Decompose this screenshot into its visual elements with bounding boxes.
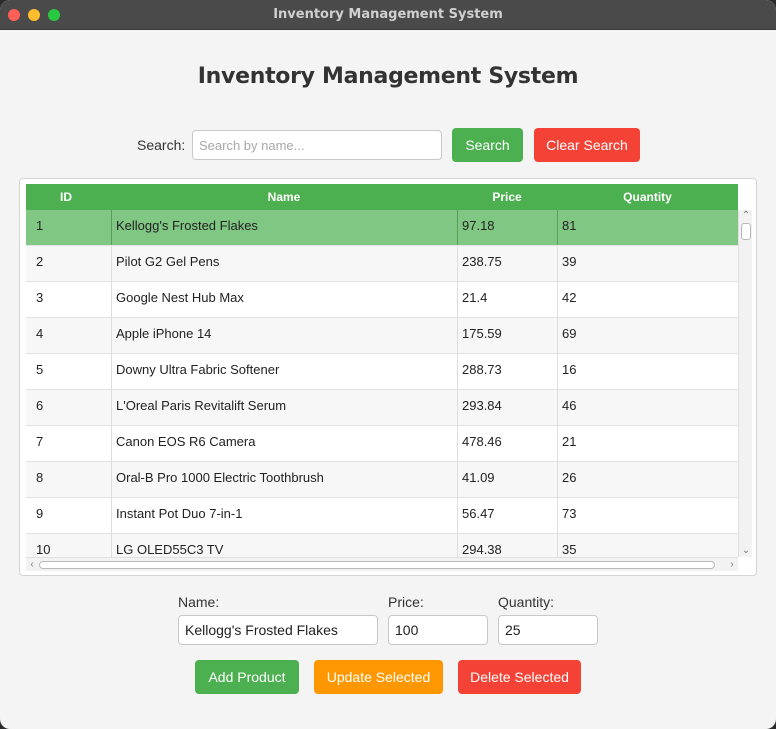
vertical-scrollbar[interactable]: ⌃ ⌄ [738,210,752,557]
scroll-down-icon[interactable]: ⌄ [739,545,753,557]
column-header-quantity[interactable]: Quantity [557,184,738,210]
cell-price: 41.09 [457,462,557,497]
cell-id: 6 [36,398,44,413]
title-bar: Inventory Management System [0,0,776,30]
table-row[interactable]: 3 Google Nest Hub Max 21.4 42 [26,282,738,318]
cell-price: 288.73 [457,354,557,389]
table-row[interactable]: 6 L'Oreal Paris Revitalift Serum 293.84 … [26,390,738,426]
cell-id: 10 [36,542,51,557]
horizontal-scrollbar[interactable]: ‹ › [26,557,738,571]
cell-quantity: 46 [557,390,738,425]
price-label: Price: [388,594,424,610]
cell-quantity: 16 [557,354,738,389]
cell-quantity: 73 [557,498,738,533]
cell-name: Google Nest Hub Max [111,282,457,317]
table-row[interactable]: 1 Kellogg's Frosted Flakes 97.18 81 [26,210,738,246]
column-header-name[interactable]: Name [111,184,457,210]
page-title: Inventory Management System [197,64,579,89]
cell-quantity: 26 [557,462,738,497]
table-row[interactable]: 10 LG OLED55C3 TV 294.38 35 [26,534,738,557]
search-button[interactable]: Search [452,128,523,162]
app-window: Inventory Management System Inventory Ma… [0,0,776,729]
cell-price: 238.75 [457,246,557,281]
cell-quantity: 39 [557,246,738,281]
column-header-id[interactable]: ID [26,184,106,210]
cell-id: 7 [36,434,44,449]
cell-quantity: 21 [557,426,738,461]
cell-quantity: 42 [557,282,738,317]
cell-name: Canon EOS R6 Camera [111,426,457,461]
quantity-label: Quantity: [498,594,555,610]
cell-price: 97.18 [457,210,557,245]
update-selected-button[interactable]: Update Selected [314,660,443,694]
cell-price: 175.59 [457,318,557,353]
cell-name: L'Oreal Paris Revitalift Serum [111,390,457,425]
cell-id: 8 [36,470,44,485]
cell-id: 5 [36,362,44,377]
table-row[interactable]: 9 Instant Pot Duo 7-in-1 56.47 73 [26,498,738,534]
window-title: Inventory Management System [273,7,503,22]
clear-search-button[interactable]: Clear Search [534,128,640,162]
quantity-field[interactable] [498,615,598,645]
vertical-scroll-thumb[interactable] [741,223,751,240]
cell-price: 21.4 [457,282,557,317]
cell-price: 294.38 [457,534,557,557]
delete-selected-button[interactable]: Delete Selected [458,660,581,694]
price-field[interactable] [388,615,488,645]
table-header: ID Name Price Quantity [26,184,738,210]
search-label: Search: [137,137,186,153]
scroll-up-icon[interactable]: ⌃ [739,210,753,222]
inventory-table: ID Name Price Quantity 1 Kellogg's Frost… [19,178,757,576]
table-row[interactable]: 4 Apple iPhone 14 175.59 69 [26,318,738,354]
add-product-button[interactable]: Add Product [195,660,299,694]
cell-name: Instant Pot Duo 7-in-1 [111,498,457,533]
name-label: Name: [178,594,220,610]
cell-quantity: 35 [557,534,738,557]
cell-id: 4 [36,326,44,341]
table-row[interactable]: 5 Downy Ultra Fabric Softener 288.73 16 [26,354,738,390]
cell-price: 56.47 [457,498,557,533]
cell-name: LG OLED55C3 TV [111,534,457,557]
scroll-left-icon[interactable]: ‹ [26,558,38,572]
cell-id: 1 [36,218,44,233]
cell-id: 2 [36,254,44,269]
cell-id: 3 [36,290,44,305]
horizontal-scroll-thumb[interactable] [39,561,715,569]
cell-name: Pilot G2 Gel Pens [111,246,457,281]
table-row[interactable]: 2 Pilot G2 Gel Pens 238.75 39 [26,246,738,282]
cell-quantity: 81 [557,210,738,245]
name-field[interactable] [178,615,378,645]
cell-price: 293.84 [457,390,557,425]
table-row[interactable]: 7 Canon EOS R6 Camera 478.46 21 [26,426,738,462]
search-input[interactable] [192,130,442,160]
cell-name: Apple iPhone 14 [111,318,457,353]
cell-name: Downy Ultra Fabric Softener [111,354,457,389]
cell-price: 478.46 [457,426,557,461]
cell-id: 9 [36,506,44,521]
table-row[interactable]: 8 Oral-B Pro 1000 Electric Toothbrush 41… [26,462,738,498]
scroll-right-icon[interactable]: › [726,558,738,572]
column-header-price[interactable]: Price [457,184,557,210]
cell-name: Oral-B Pro 1000 Electric Toothbrush [111,462,457,497]
cell-name: Kellogg's Frosted Flakes [111,210,457,245]
table-body: 1 Kellogg's Frosted Flakes 97.18 81 2 Pi… [26,210,738,557]
cell-quantity: 69 [557,318,738,353]
